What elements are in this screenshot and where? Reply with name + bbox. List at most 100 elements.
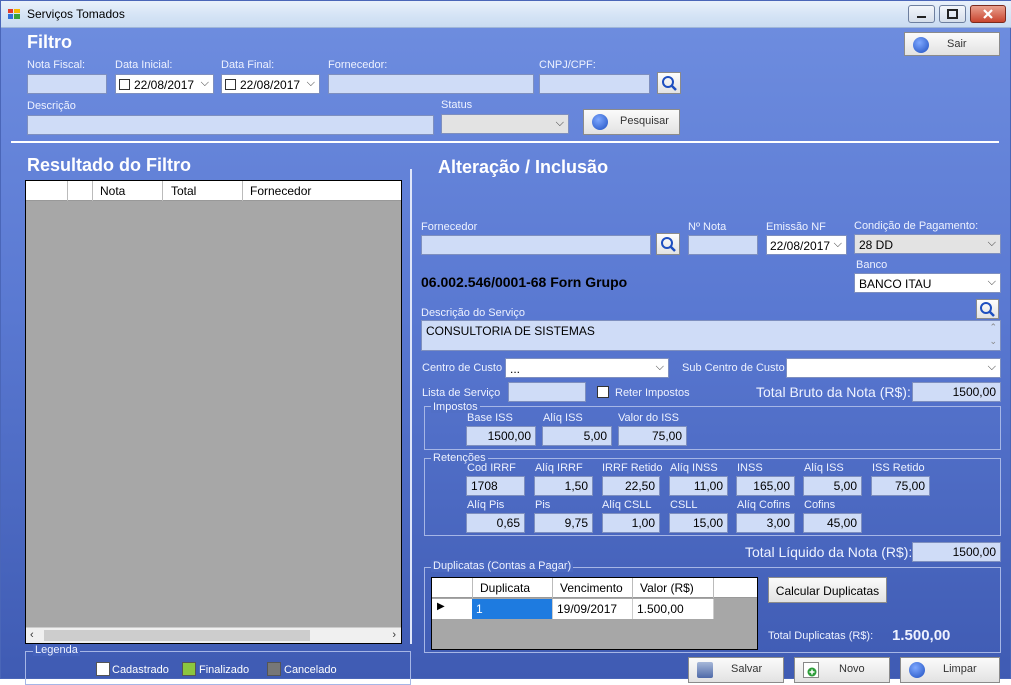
- emissao-picker[interactable]: 22/08/2017 ⌵: [766, 235, 847, 255]
- fornecedor-input[interactable]: [421, 235, 651, 255]
- condicao-value: 28 DD: [859, 238, 894, 252]
- scroll-down-icon[interactable]: ⌄: [989, 336, 997, 347]
- total-duplicatas-value: 1.500,00: [892, 627, 951, 644]
- col-vencimento[interactable]: Vencimento: [560, 581, 623, 595]
- scroll-up-icon[interactable]: ⌃: [989, 322, 997, 333]
- centro-custo-select[interactable]: ... ⌵: [505, 358, 669, 378]
- inss-input[interactable]: 165,00: [736, 476, 795, 496]
- descricao-servico-value: CONSULTORIA DE SISTEMAS: [426, 324, 595, 338]
- base-iss-input[interactable]: 1500,00: [466, 426, 536, 446]
- fornecedor-search-button[interactable]: [656, 233, 680, 255]
- valor-cell[interactable]: 1.500,00: [632, 599, 714, 619]
- total-bruto-input[interactable]: 1500,00: [912, 382, 1001, 402]
- banco-select[interactable]: BANCO ITAU ⌵: [854, 273, 1001, 293]
- cnpj-search-button[interactable]: [657, 72, 681, 94]
- minimize-button[interactable]: [908, 5, 935, 23]
- section-divider: [11, 141, 999, 143]
- data-inicial-checkbox[interactable]: [119, 79, 130, 90]
- data-final-label: Data Final:: [221, 59, 275, 71]
- valor-iss-input[interactable]: 75,00: [618, 426, 687, 446]
- aliq-irrf-input[interactable]: 1,50: [534, 476, 593, 496]
- status-select[interactable]: ⌵: [441, 114, 569, 134]
- fornecedor-label: Fornecedor: [421, 221, 478, 233]
- descricao-label: Descrição: [27, 100, 76, 112]
- descricao-servico-textarea[interactable]: CONSULTORIA DE SISTEMAS ⌃ ⌄: [421, 320, 1001, 351]
- col-total[interactable]: Total: [171, 184, 196, 198]
- duplicatas-grid[interactable]: Duplicata Vencimento Valor (R$) ▶ 1 19/0…: [431, 577, 758, 650]
- col-duplicata[interactable]: Duplicata: [480, 581, 530, 595]
- table-row[interactable]: ▶ 1 19/09/2017 1.500,00: [432, 599, 714, 619]
- scrollbar-thumb[interactable]: [44, 630, 310, 641]
- valor-iss-label: Valor do ISS: [618, 412, 679, 424]
- centro-custo-label: Centro de Custo: [422, 362, 503, 374]
- resultado-grid[interactable]: Nota Total Fornecedor ‹ ›: [25, 180, 402, 644]
- aliq-iss-retencao-input[interactable]: 5,00: [803, 476, 862, 496]
- nota-input[interactable]: [688, 235, 758, 255]
- limpar-button[interactable]: Limpar: [900, 657, 1000, 683]
- aliq-pis-input[interactable]: 0,65: [466, 513, 525, 533]
- cod-irrf-input[interactable]: 1708: [466, 476, 525, 496]
- chevron-down-icon: ⌵: [833, 238, 842, 250]
- total-bruto-label: Total Bruto da Nota (R$):: [756, 384, 911, 400]
- data-final-checkbox[interactable]: [225, 79, 236, 90]
- resultado-heading: Resultado do Filtro: [27, 155, 191, 175]
- pis-input[interactable]: 9,75: [534, 513, 593, 533]
- scroll-right-icon[interactable]: ›: [392, 629, 396, 641]
- search-icon: [662, 76, 677, 91]
- chevron-down-icon: ⌵: [555, 117, 564, 129]
- descricao-input[interactable]: [27, 115, 434, 135]
- close-window-button[interactable]: [970, 5, 1006, 23]
- aliq-csll-input[interactable]: 1,00: [602, 513, 660, 533]
- cofins-input[interactable]: 45,00: [803, 513, 862, 533]
- fornecedor-filter-input[interactable]: [328, 74, 534, 94]
- aliq-cofins-input[interactable]: 3,00: [736, 513, 795, 533]
- banco-value: BANCO ITAU: [859, 277, 932, 291]
- sair-button[interactable]: Sair: [904, 32, 1000, 56]
- data-inicial-picker[interactable]: 22/08/2017 ⌵: [115, 74, 214, 94]
- salvar-button[interactable]: Salvar: [688, 657, 784, 683]
- fornecedor-info: 06.002.546/0001-68 Forn Grupo: [421, 274, 628, 290]
- sub-centro-select[interactable]: ⌵: [786, 358, 1001, 378]
- aliq-inss-input[interactable]: 11,00: [669, 476, 728, 496]
- csll-input[interactable]: 15,00: [669, 513, 728, 533]
- horizontal-scrollbar[interactable]: ‹ ›: [26, 627, 401, 643]
- salvar-label: Salvar: [731, 663, 763, 675]
- pesquisar-button[interactable]: Pesquisar: [583, 109, 680, 135]
- lista-servico-input[interactable]: [508, 382, 586, 402]
- cnpj-label: CNPJ/CPF:: [539, 59, 596, 71]
- iss-retido-input[interactable]: 75,00: [871, 476, 930, 496]
- data-final-picker[interactable]: 22/08/2017 ⌵: [221, 74, 320, 94]
- aliq-iss-label: Alíq ISS: [543, 412, 583, 424]
- data-final-value: 22/08/2017: [240, 78, 301, 92]
- scroll-left-icon[interactable]: ‹: [30, 629, 34, 641]
- nota-fiscal-input[interactable]: [27, 74, 107, 94]
- chevron-down-icon: ⌵: [200, 77, 209, 89]
- novo-button[interactable]: Novo: [794, 657, 890, 683]
- col-nota[interactable]: Nota: [100, 184, 125, 198]
- vencimento-cell[interactable]: 19/09/2017: [552, 599, 632, 619]
- legenda-label: Legenda: [33, 644, 80, 656]
- chevron-down-icon: ⌵: [987, 237, 996, 249]
- aliq-iss-input[interactable]: 5,00: [542, 426, 612, 446]
- col-fornecedor[interactable]: Fornecedor: [250, 184, 311, 198]
- sub-centro-label: Sub Centro de Custo: [682, 362, 785, 374]
- duplicata-cell[interactable]: 1: [472, 599, 552, 619]
- resultado-grid-header: Nota Total Fornecedor: [26, 181, 401, 201]
- descricao-servico-search-button[interactable]: [976, 299, 999, 319]
- cofins-label: Cofins: [804, 499, 836, 511]
- data-inicial-label: Data Inicial:: [115, 59, 173, 71]
- title-bar: Serviços Tomados: [1, 1, 1011, 28]
- descricao-servico-label: Descrição do Serviço: [421, 307, 525, 319]
- condicao-label: Condição de Pagamento:: [854, 220, 979, 232]
- cnpj-input[interactable]: [539, 74, 650, 94]
- col-valor[interactable]: Valor (R$): [640, 581, 694, 595]
- condicao-select[interactable]: 28 DD ⌵: [854, 234, 1001, 254]
- search-icon: [592, 114, 608, 130]
- total-liquido-input[interactable]: 1500,00: [912, 542, 1001, 562]
- maximize-button[interactable]: [939, 5, 966, 23]
- irrf-retido-input[interactable]: 22,50: [602, 476, 660, 496]
- calcular-duplicatas-button[interactable]: Calcular Duplicatas: [768, 577, 887, 603]
- csll-label: CSLL: [670, 499, 698, 511]
- reter-impostos-checkbox[interactable]: [597, 386, 609, 398]
- aliq-cofins-label: Alíq Cofins: [737, 499, 791, 511]
